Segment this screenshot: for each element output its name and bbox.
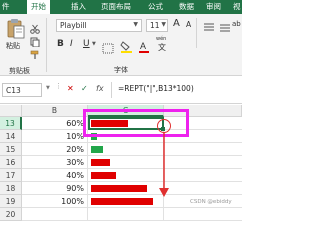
fill-color-icon[interactable] [120, 38, 133, 53]
cell-d[interactable] [164, 169, 242, 182]
tab-view[interactable]: 视 [233, 0, 241, 14]
tab-data[interactable]: 数据 [179, 0, 194, 14]
row-header[interactable]: 15 [0, 143, 22, 156]
italic-button[interactable]: I [70, 39, 73, 49]
row-header[interactable]: 18 [0, 182, 22, 195]
format-painter-icon[interactable] [30, 45, 40, 59]
row-header[interactable]: 16 [0, 156, 22, 169]
group-divider [46, 18, 47, 72]
clipboard-group-label: 剪贴板 [9, 67, 30, 75]
row-header[interactable]: 17 [0, 169, 22, 182]
ribbon-tab-bar: 件 开始 插入 页面布局 公式 数据 审阅 视 [0, 0, 242, 14]
paste-label[interactable]: 粘贴 [6, 41, 20, 51]
tab-home[interactable]: 开始 [27, 0, 50, 14]
underline-button[interactable]: U [83, 39, 90, 49]
drag-down-arrow [159, 132, 169, 197]
cell-b[interactable]: 60% [22, 117, 88, 130]
bold-button[interactable]: B [57, 39, 64, 49]
chevron-down-icon[interactable]: ▼ [46, 85, 50, 91]
copy-icon[interactable] [30, 32, 40, 48]
chevron-down-icon[interactable]: ▼ [92, 41, 96, 47]
tab-review[interactable]: 审阅 [206, 0, 221, 14]
cell-d[interactable] [164, 156, 242, 169]
font-family-value: Playbill [60, 21, 87, 30]
cell-b[interactable]: 40% [22, 169, 88, 182]
watermark: CSDN @ebiddy [190, 199, 232, 205]
cell-d[interactable] [164, 208, 242, 221]
cell-b[interactable]: 10% [22, 130, 88, 143]
select-all-corner[interactable] [0, 105, 22, 117]
formula-divider [111, 82, 112, 98]
cell-d[interactable] [164, 143, 242, 156]
rept-data-bar [91, 198, 153, 205]
font-size-select[interactable]: 11 ▼ [146, 19, 168, 32]
cell-b[interactable] [22, 208, 88, 221]
cell-c[interactable] [88, 208, 164, 221]
cell-d[interactable] [164, 182, 242, 195]
cut-icon[interactable] [30, 19, 40, 34]
group-divider [196, 18, 197, 48]
align-middle-icon[interactable] [219, 19, 231, 32]
insert-function-button[interactable]: fx [96, 84, 104, 93]
font-group-label: 字体 [114, 66, 128, 74]
svg-text:A: A [140, 41, 146, 51]
rept-data-bar [91, 146, 103, 153]
font-size-value: 11 [150, 21, 160, 30]
name-box-value: C13 [6, 86, 21, 95]
formula-input[interactable]: =REPT("|",B13*100) [118, 84, 194, 93]
chevron-down-icon[interactable]: ▼ [133, 21, 138, 28]
shrink-font-icon[interactable]: A [186, 20, 191, 29]
rept-data-bar [91, 185, 147, 192]
row-header[interactable]: 19 [0, 195, 22, 208]
chevron-down-icon[interactable]: ▼ [161, 21, 166, 28]
tab-page-layout[interactable]: 页面布局 [101, 0, 131, 14]
paste-icon[interactable] [6, 18, 26, 40]
ribbon: 粘贴 剪贴板 Playbill ▼ 11 ▼ A A ab B I U ▼ A … [0, 14, 242, 76]
font-color-icon[interactable]: A [138, 38, 150, 53]
formula-bar: C13 ▼ ⋮ ✕ ✓ fx =REPT("|",B13*100) [0, 76, 242, 104]
enter-icon[interactable]: ✓ [81, 84, 88, 93]
name-box[interactable]: C13 [2, 83, 42, 97]
row-header[interactable]: 20 [0, 208, 22, 221]
cell-b[interactable]: 30% [22, 156, 88, 169]
more-icon: ⋮ [55, 82, 62, 90]
rept-data-bar [91, 172, 116, 179]
rept-data-bar [91, 159, 110, 166]
grow-font-icon[interactable]: A [173, 18, 180, 29]
fill-handle-circle [157, 119, 171, 133]
cell-b[interactable]: 100% [22, 195, 88, 208]
column-header-b[interactable]: B [22, 105, 88, 117]
tab-formulas[interactable]: 公式 [148, 0, 163, 14]
phonetic-button[interactable]: wén 文 [156, 36, 170, 52]
selected-cell-c13[interactable] [88, 117, 164, 130]
cell-b[interactable]: 90% [22, 182, 88, 195]
align-top-icon[interactable] [203, 19, 215, 31]
phonetic-glyph: 文 [158, 43, 166, 52]
font-family-select[interactable]: Playbill ▼ [56, 19, 142, 32]
cancel-icon[interactable]: ✕ [67, 84, 74, 93]
row-header[interactable]: 13 [0, 117, 22, 130]
tab-file[interactable]: 件 [2, 0, 10, 14]
cell-b[interactable]: 20% [22, 143, 88, 156]
row-header[interactable]: 14 [0, 130, 22, 143]
tab-insert[interactable]: 插入 [71, 0, 86, 14]
borders-icon[interactable] [102, 39, 114, 54]
wrap-text-icon[interactable]: ab [232, 20, 241, 28]
